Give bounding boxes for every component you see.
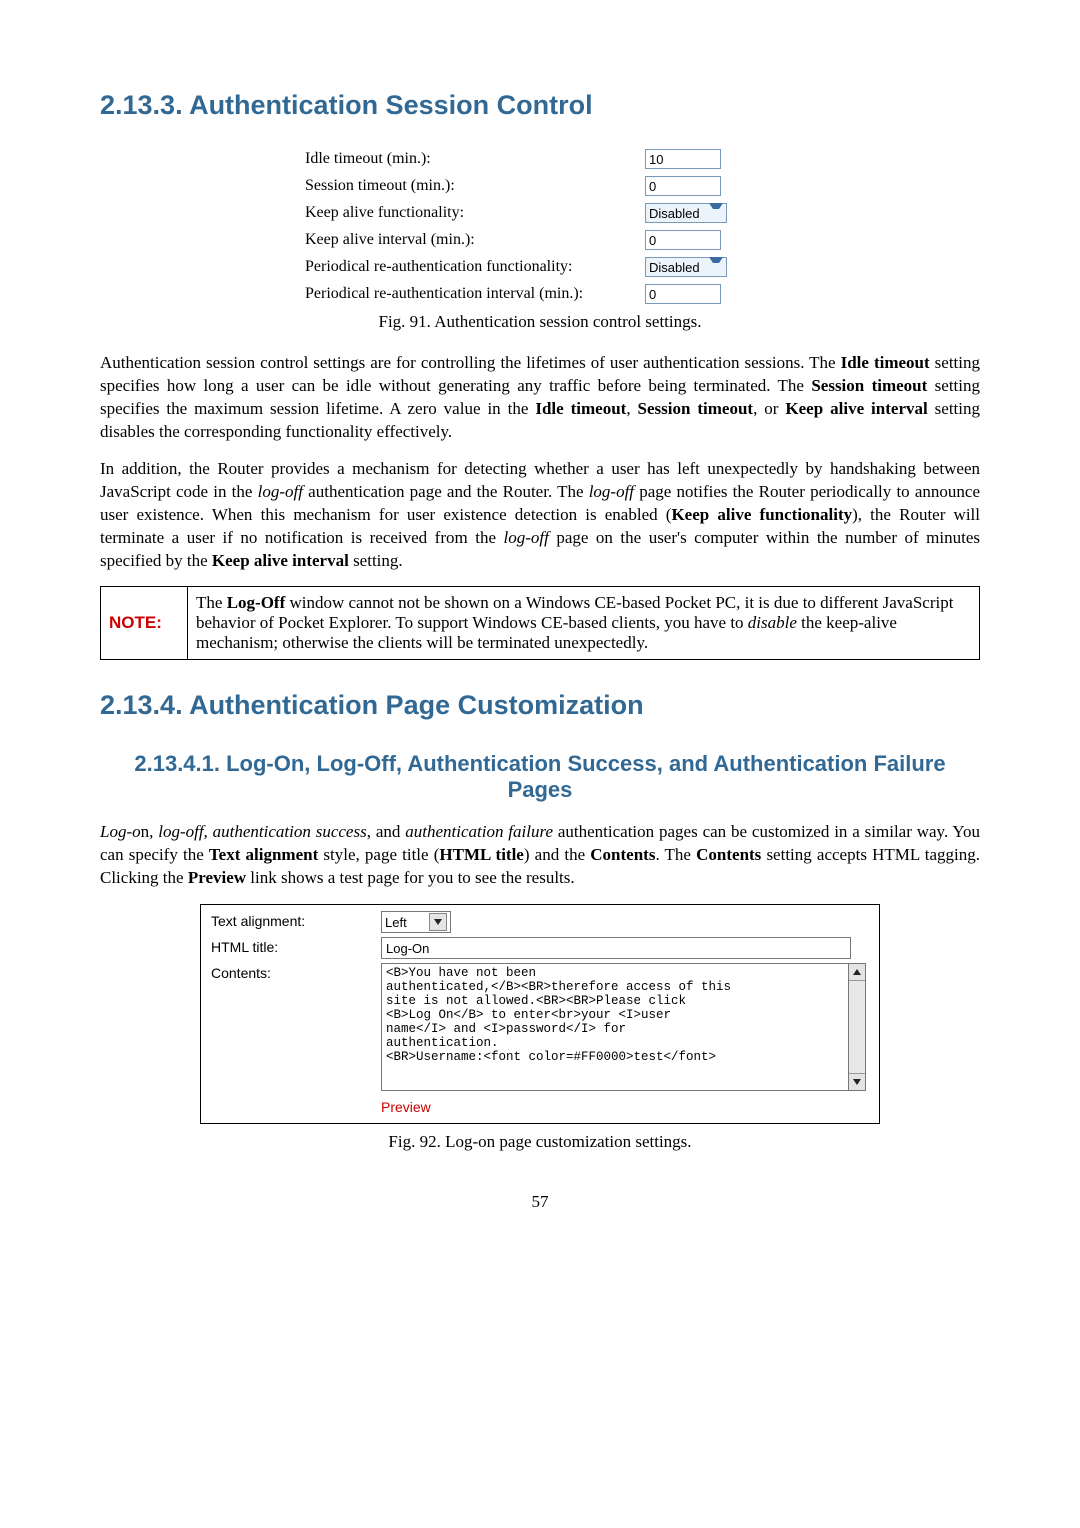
reauth-interval-label: Periodical re-authentication interval (m…: [305, 285, 645, 303]
fig91-settings-panel: Idle timeout (min.): Session timeout (mi…: [305, 149, 775, 304]
scroll-down-button[interactable]: [849, 1073, 865, 1090]
reauth-func-select[interactable]: Disabled: [645, 257, 727, 277]
keep-alive-func-select[interactable]: Disabled: [645, 203, 727, 223]
idle-timeout-input[interactable]: [645, 149, 721, 169]
paragraph-3: Log-on, log-off, authentication success,…: [100, 821, 980, 890]
contents-label: Contents:: [211, 963, 381, 981]
fig92-customization-panel: Text alignment: Left HTML title: Content…: [200, 904, 880, 1124]
chevron-down-icon: [429, 913, 447, 931]
keep-alive-interval-label: Keep alive interval (min.):: [305, 231, 645, 249]
section-heading-2-13-4: 2.13.4. Authentication Page Customizatio…: [100, 690, 980, 721]
keep-alive-interval-input[interactable]: [645, 230, 721, 250]
reauth-func-label: Periodical re-authentication functionali…: [305, 258, 645, 276]
note-text: The Log-Off window cannot not be shown o…: [188, 587, 980, 660]
section-heading-2-13-3: 2.13.3. Authentication Session Control: [100, 90, 980, 121]
note-box: NOTE: The Log-Off window cannot not be s…: [100, 586, 980, 660]
preview-link[interactable]: Preview: [381, 1099, 431, 1115]
fig92-caption: Fig. 92. Log-on page customization setti…: [100, 1132, 980, 1152]
note-label: NOTE:: [101, 587, 188, 660]
paragraph-2: In addition, the Router provides a mecha…: [100, 458, 980, 573]
section-heading-2-13-4-1: 2.13.4.1. Log-On, Log-Off, Authenticatio…: [100, 751, 980, 803]
scroll-up-button[interactable]: [849, 964, 865, 981]
text-alignment-label: Text alignment:: [211, 911, 381, 929]
html-title-label: HTML title:: [211, 937, 381, 955]
fig91-caption: Fig. 91. Authentication session control …: [100, 312, 980, 332]
chevron-down-icon: [709, 260, 723, 274]
keep-alive-func-value: Disabled: [649, 206, 700, 221]
page-number: 57: [100, 1192, 980, 1212]
arrow-down-icon: [853, 1079, 861, 1085]
session-timeout-input[interactable]: [645, 176, 721, 196]
idle-timeout-label: Idle timeout (min.):: [305, 150, 645, 168]
reauth-func-value: Disabled: [649, 260, 700, 275]
html-title-input[interactable]: [381, 937, 851, 959]
reauth-interval-input[interactable]: [645, 284, 721, 304]
paragraph-1: Authentication session control settings …: [100, 352, 980, 444]
text-alignment-value: Left: [385, 915, 407, 930]
contents-textarea[interactable]: <B>You have not been authenticated,</B><…: [381, 963, 848, 1091]
keep-alive-func-label: Keep alive functionality:: [305, 204, 645, 222]
session-timeout-label: Session timeout (min.):: [305, 177, 645, 195]
chevron-down-icon: [709, 206, 723, 220]
text-alignment-select[interactable]: Left: [381, 911, 451, 933]
scrollbar[interactable]: [848, 963, 866, 1091]
arrow-up-icon: [853, 969, 861, 975]
